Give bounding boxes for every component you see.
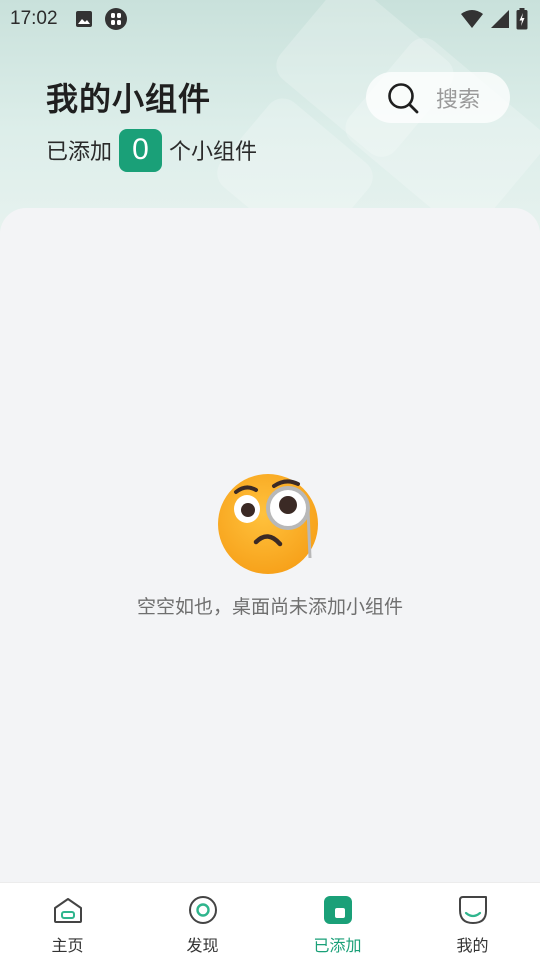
cellular-signal-icon [491, 10, 509, 28]
added-prefix: 已添加 [46, 140, 113, 165]
added-count-line: 已添加 0 个小组件 [46, 128, 257, 172]
wifi-icon [461, 10, 483, 28]
nav-label-home: 主页 [51, 936, 84, 955]
nav-label-profile: 我的 [456, 936, 489, 955]
discover-icon [188, 896, 217, 924]
profile-icon [458, 896, 487, 924]
nav-item-home[interactable]: 主页 [0, 883, 135, 960]
home-icon [53, 898, 82, 923]
nav-label-discover: 发现 [186, 936, 219, 955]
empty-state-message: 空空如也，桌面尚未添加小组件 [136, 596, 403, 618]
status-time: 17:02 [10, 8, 58, 29]
app-notification-icon [104, 8, 127, 30]
status-bar: 17:02 [0, 0, 540, 38]
search-label: 搜索 [436, 87, 481, 113]
nav-item-added[interactable]: 已添加 [270, 883, 405, 960]
added-widgets-icon [323, 896, 352, 924]
nav-item-profile[interactable]: 我的 [405, 883, 540, 960]
nav-label-added: 已添加 [313, 936, 362, 955]
battery-charging-icon [516, 8, 528, 30]
nav-item-discover[interactable]: 发现 [135, 883, 270, 960]
search-icon [388, 82, 419, 113]
monocle-face-emoji [218, 474, 318, 574]
added-count-badge: 0 [119, 128, 163, 172]
search-button[interactable]: 搜索 [366, 72, 510, 123]
image-icon [75, 11, 92, 27]
added-suffix: 个小组件 [169, 140, 258, 165]
page-title: 我的小组件 [46, 80, 212, 118]
bottom-navigation: 主页 发现 已添加 我的 [0, 882, 540, 960]
